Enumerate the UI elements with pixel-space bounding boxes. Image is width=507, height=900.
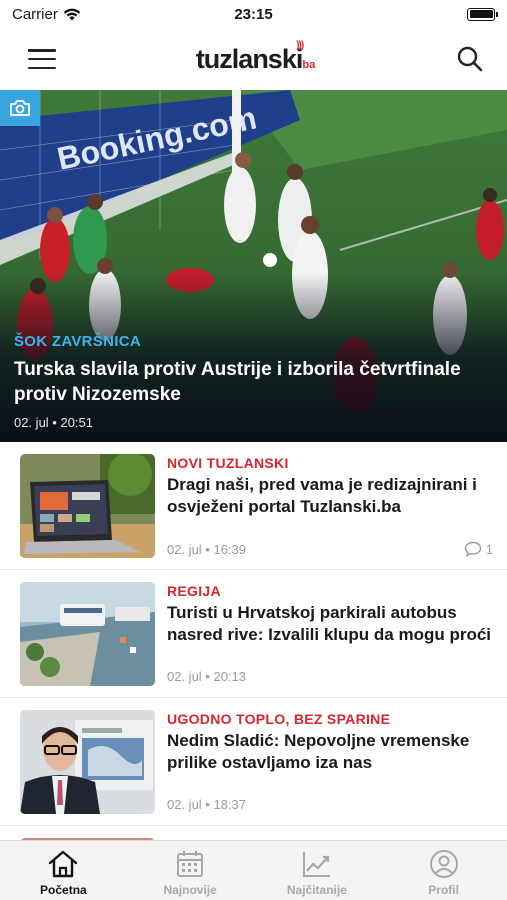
article-body: NOVI TUZLANSKI Dragi naši, pred vama je … xyxy=(167,454,493,569)
hero-article[interactable]: Booking.com ŠOK ZAVRŠNICA Turska slavila… xyxy=(0,90,507,442)
profile-icon xyxy=(429,850,458,878)
article-meta: 02. jul • 16:39 1 xyxy=(167,541,493,557)
menu-button[interactable] xyxy=(28,49,56,69)
article-time: 02. jul • 18:37 xyxy=(167,797,246,812)
article-category: UGODNO TOPLO, BEZ SPARINE xyxy=(167,711,391,727)
trending-chart-icon xyxy=(302,852,330,877)
tab-label: Najčitanije xyxy=(286,883,347,897)
article-list: NOVI TUZLANSKI Dragi naši, pred vama je … xyxy=(0,442,507,846)
menu-icon xyxy=(28,49,56,52)
hero-title[interactable]: Turska slavila protiv Austrije i izboril… xyxy=(14,357,493,407)
article-time: 02. jul • 20:13 xyxy=(167,669,246,684)
harbor-thumbnail-image xyxy=(20,582,155,686)
status-bar: Carrier 23:15 xyxy=(0,0,507,28)
article-category: REGIJA xyxy=(167,583,221,599)
tab-label: Početna xyxy=(40,883,87,897)
list-item[interactable]: REGIJA Turisti u Hrvatskoj parkirali aut… xyxy=(0,570,507,698)
article-body: UGODNO TOPLO, BEZ SPARINE Nedim Sladić: … xyxy=(167,710,493,825)
search-icon xyxy=(457,46,483,72)
article-meta: 02. jul • 20:13 xyxy=(167,669,493,684)
article-thumbnail xyxy=(20,710,155,814)
hero-category: ŠOK ZAVRŠNICA xyxy=(14,333,141,350)
tab-pocetna[interactable]: Početna xyxy=(0,841,127,900)
list-item[interactable]: NOVI TUZLANSKI Dragi naši, pred vama je … xyxy=(0,442,507,570)
tab-label: Profil xyxy=(428,883,459,897)
logo-tld: ba xyxy=(302,58,316,71)
article-time: 02. jul • 16:39 xyxy=(167,541,246,557)
article-thumbnail xyxy=(20,454,155,558)
wifi-icon xyxy=(63,8,81,20)
gallery-badge xyxy=(0,90,40,126)
comments-count[interactable]: 1 xyxy=(464,541,493,557)
article-thumbnail xyxy=(20,582,155,686)
article-meta: 02. jul • 18:37 xyxy=(167,797,493,812)
tab-profil[interactable]: Profil xyxy=(380,841,507,900)
article-title[interactable]: Turisti u Hrvatskoj parkirali autobus na… xyxy=(167,602,493,646)
camera-icon xyxy=(10,100,30,116)
tab-najnovije[interactable]: Najnovije xyxy=(127,841,254,900)
list-item[interactable]: UGODNO TOPLO, BEZ SPARINE Nedim Sladić: … xyxy=(0,698,507,826)
app-header: tuzlanskiba ))) xyxy=(0,28,507,90)
tab-label: Najnovije xyxy=(163,883,217,897)
comment-bubble-icon xyxy=(464,541,481,557)
article-title[interactable]: Dragi naši, pred vama je redizajnirani i… xyxy=(167,474,493,518)
search-button[interactable] xyxy=(455,44,485,74)
tab-najcitanije[interactable]: Najčitanije xyxy=(254,841,381,900)
article-body: REGIJA Turisti u Hrvatskoj parkirali aut… xyxy=(167,582,493,697)
hero-text: ŠOK ZAVRŠNICA Turska slavila protiv Aust… xyxy=(14,333,493,430)
bottom-tab-bar: Početna Najnovije Najčitanije Profil xyxy=(0,840,507,900)
broadcast-icon: ))) xyxy=(296,39,304,51)
home-icon xyxy=(49,850,78,878)
comments-number: 1 xyxy=(485,541,493,557)
battery-icon xyxy=(467,7,498,21)
presenter-thumbnail-image xyxy=(20,710,155,814)
article-category: NOVI TUZLANSKI xyxy=(167,455,289,471)
calendar-icon xyxy=(177,851,204,877)
hero-time: 02. jul • 20:51 xyxy=(14,415,93,430)
logo-text: tuzlanski xyxy=(195,43,304,74)
laptop-thumbnail-image xyxy=(20,454,155,558)
status-left: Carrier xyxy=(12,6,81,23)
carrier-label: Carrier xyxy=(12,5,58,23)
article-title[interactable]: Nedim Sladić: Nepovoljne vremenske prili… xyxy=(167,730,493,774)
site-logo[interactable]: tuzlanskiba ))) xyxy=(195,40,316,75)
